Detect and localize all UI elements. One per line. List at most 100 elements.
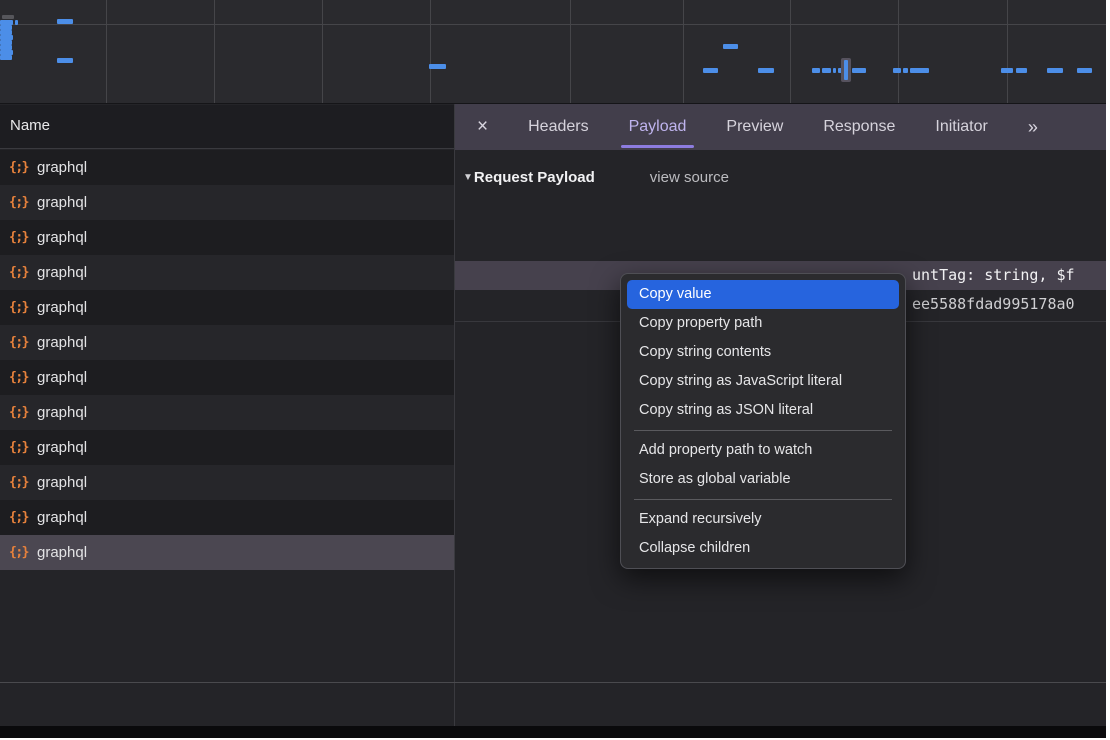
payload-preview-row[interactable]: ▼ {operationName: "ipFlowTimeseries", va…	[455, 201, 1106, 229]
timeline-request-bar	[893, 68, 901, 73]
request-list: {;} graphql {;} graphql {;} graphql {;} graphql…	[0, 150, 454, 570]
request-row[interactable]: {;} graphql	[0, 535, 454, 570]
overview-gridline	[1007, 0, 1008, 103]
timeline-request-bar	[0, 55, 12, 60]
request-row[interactable]: {;} graphql	[0, 220, 454, 255]
request-name: graphql	[37, 439, 87, 456]
timeline-request-bar	[852, 68, 866, 73]
menu-item-collapse-children[interactable]: Collapse children	[627, 534, 899, 563]
tab-headers[interactable]: Headers	[528, 104, 588, 150]
request-name: graphql	[37, 194, 87, 211]
timeline-request-bar	[1016, 68, 1027, 73]
request-row[interactable]: {;} graphql	[0, 185, 454, 220]
bottom-bar	[0, 726, 1106, 738]
json-braces-icon: {;}	[9, 160, 28, 175]
overview-gridline	[898, 0, 899, 103]
request-name: graphql	[37, 334, 87, 351]
context-menu: Copy valueCopy property pathCopy string …	[620, 273, 906, 569]
request-payload-section-header: ▼ Request Payload view source	[463, 163, 729, 191]
more-tabs-icon[interactable]: »	[1028, 117, 1036, 138]
timeline-hover-tick-inner	[844, 60, 848, 80]
request-row[interactable]: {;} graphql	[0, 500, 454, 535]
menu-item-copy-value[interactable]: Copy value	[627, 280, 899, 309]
timeline-request-bar	[723, 44, 738, 49]
request-name: graphql	[37, 264, 87, 281]
request-row[interactable]: {;} graphql	[0, 395, 454, 430]
view-source-link[interactable]: view source	[650, 169, 729, 186]
json-braces-icon: {;}	[9, 265, 28, 280]
property-value-right: ee5588fdad995178a0	[912, 290, 1075, 318]
section-title: Request Payload	[474, 169, 595, 186]
devtools-window: Name {;} graphql {;} graphql {;} graphql {;} gr…	[0, 0, 1106, 738]
overview-gridline	[106, 0, 107, 103]
menu-divider	[634, 430, 892, 431]
property-value-right: untTag: string, $f	[912, 261, 1075, 290]
menu-item-copy-string-as-json-literal[interactable]: Copy string as JSON literal	[627, 396, 899, 425]
footer-divider	[0, 682, 1106, 683]
timeline-request-bar	[822, 68, 831, 73]
timeline-request-bar	[1047, 68, 1063, 73]
request-name: graphql	[37, 299, 87, 316]
tab-strip: × Headers Payload Preview Response Initiator…	[455, 104, 1106, 150]
request-row[interactable]: {;} graphql	[0, 290, 454, 325]
request-row[interactable]: {;} graphql	[0, 360, 454, 395]
network-overview-timeline[interactable]	[0, 0, 1106, 104]
request-name: graphql	[37, 159, 87, 176]
tab-payload[interactable]: Payload	[629, 104, 687, 150]
request-name: graphql	[37, 544, 87, 561]
json-braces-icon: {;}	[9, 335, 28, 350]
request-row[interactable]: {;} graphql	[0, 150, 454, 185]
request-row[interactable]: {;} graphql	[0, 430, 454, 465]
request-name: graphql	[37, 509, 87, 526]
menu-item-store-as-global-variable[interactable]: Store as global variable	[627, 465, 899, 494]
tab-initiator[interactable]: Initiator	[935, 104, 987, 150]
menu-item-copy-string-as-javascript-literal[interactable]: Copy string as JavaScript literal	[627, 367, 899, 396]
json-braces-icon: {;}	[9, 300, 28, 315]
close-icon[interactable]: ×	[477, 116, 488, 138]
timeline-request-bar	[812, 68, 820, 73]
overview-gridline	[214, 0, 215, 103]
section-expander-icon[interactable]: ▼	[463, 172, 473, 183]
json-braces-icon: {;}	[9, 230, 28, 245]
menu-item-copy-string-contents[interactable]: Copy string contents	[627, 338, 899, 367]
timeline-request-bar	[903, 68, 908, 73]
panel-divider[interactable]	[454, 104, 455, 726]
tab-preview[interactable]: Preview	[726, 104, 783, 150]
timeline-request-bar	[1001, 68, 1013, 73]
json-braces-icon: {;}	[9, 440, 28, 455]
overview-gridline-horizontal	[0, 24, 1106, 25]
overview-gridline	[683, 0, 684, 103]
timeline-request-bar	[57, 58, 73, 63]
timeline-request-bar	[703, 68, 718, 73]
name-column-header[interactable]: Name	[0, 105, 454, 149]
request-row[interactable]: {;} graphql	[0, 465, 454, 500]
tab-response[interactable]: Response	[823, 104, 895, 150]
timeline-request-bar	[1077, 68, 1092, 73]
request-name: graphql	[37, 404, 87, 421]
timeline-request-bar	[833, 68, 836, 73]
overview-gridline	[570, 0, 571, 103]
menu-divider	[634, 499, 892, 500]
name-column-label: Name	[10, 117, 50, 134]
request-row[interactable]: {;} graphql	[0, 255, 454, 290]
menu-item-add-property-path-to-watch[interactable]: Add property path to watch	[627, 436, 899, 465]
json-braces-icon: {;}	[9, 195, 28, 210]
request-row[interactable]: {;} graphql	[0, 325, 454, 360]
operation-name-row[interactable]: operationName: "ipFlowTimeseries"	[455, 230, 1106, 258]
json-braces-icon: {;}	[9, 545, 28, 560]
json-braces-icon: {;}	[9, 405, 28, 420]
json-braces-icon: {;}	[9, 370, 28, 385]
timeline-request-bar	[910, 68, 929, 73]
overview-gridline	[322, 0, 323, 103]
timeline-request-bar	[15, 20, 18, 25]
menu-item-expand-recursively[interactable]: Expand recursively	[627, 505, 899, 534]
timeline-request-bar	[2, 15, 14, 19]
overview-gridline	[430, 0, 431, 103]
timeline-request-bar	[758, 68, 774, 73]
request-name: graphql	[37, 369, 87, 386]
json-braces-icon: {;}	[9, 475, 28, 490]
json-braces-icon: {;}	[9, 510, 28, 525]
menu-item-copy-property-path[interactable]: Copy property path	[627, 309, 899, 338]
request-name: graphql	[37, 474, 87, 491]
request-name: graphql	[37, 229, 87, 246]
